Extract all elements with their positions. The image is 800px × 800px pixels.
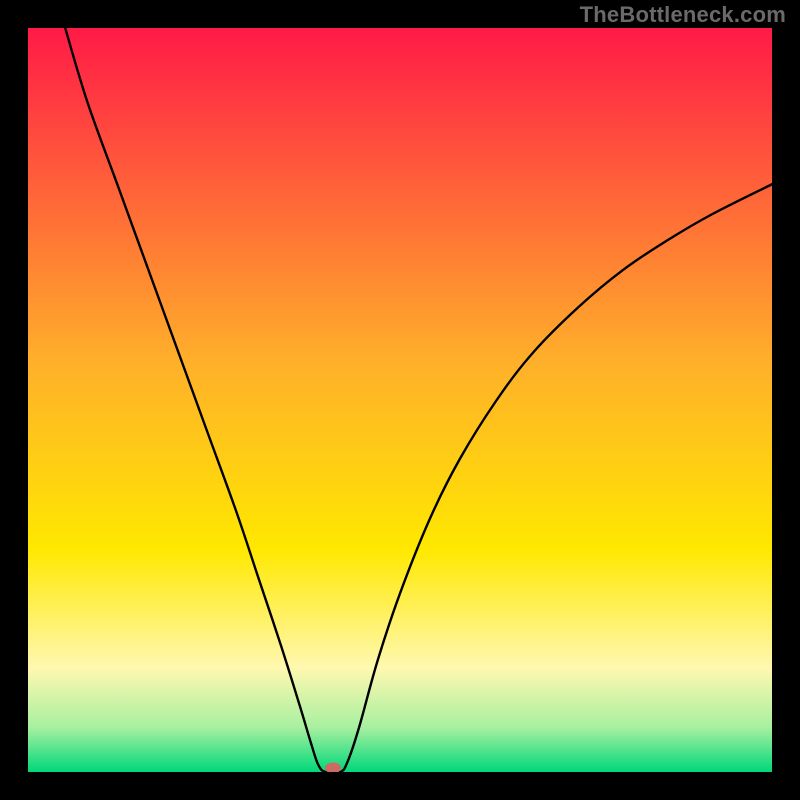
chart-frame: TheBottleneck.com <box>0 0 800 800</box>
chart-background <box>28 28 772 772</box>
watermark-text: TheBottleneck.com <box>580 2 786 28</box>
chart-svg <box>28 28 772 772</box>
